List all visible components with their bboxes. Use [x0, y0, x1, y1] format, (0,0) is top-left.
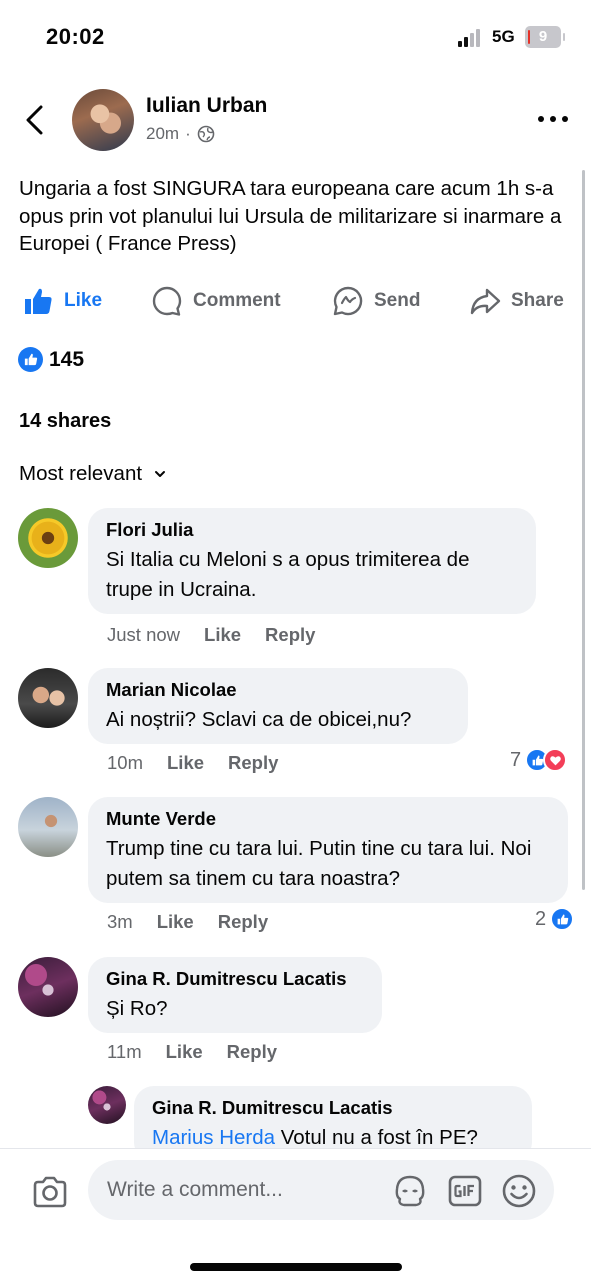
- post-actions: Like Comment Send Share: [0, 280, 591, 322]
- comment-bubble[interactable]: Marian Nicolae Ai noștrii? Sclavi ca de …: [88, 668, 468, 744]
- gif-icon: [448, 1175, 482, 1207]
- back-button[interactable]: [22, 104, 50, 136]
- avatar-sticker-icon: [395, 1175, 425, 1207]
- comment-label: Comment: [193, 290, 281, 311]
- status-bar: 20:02 5G 9: [0, 0, 591, 70]
- comment-sort-dropdown[interactable]: Most relevant: [19, 462, 166, 486]
- comment-reply-button[interactable]: Reply: [265, 624, 315, 646]
- thumbs-up-icon: [25, 288, 52, 314]
- meta-separator: ·: [185, 124, 191, 143]
- camera-button[interactable]: [32, 1176, 68, 1208]
- scrollbar[interactable]: [582, 170, 585, 890]
- commenter-avatar[interactable]: [18, 957, 78, 1017]
- comment-meta: Just now Like Reply: [107, 624, 315, 646]
- comment-reply-button[interactable]: Reply: [218, 911, 268, 933]
- commenter-name[interactable]: Marian Nicolae: [106, 679, 452, 701]
- comment-bubble[interactable]: Flori Julia Si Italia cu Meloni s a opus…: [88, 508, 536, 614]
- messenger-icon: [333, 286, 363, 316]
- comment-text: Trump tine cu tara lui. Putin tine cu ta…: [106, 837, 532, 890]
- replier-name[interactable]: Gina R. Dumitrescu Lacatis: [152, 1097, 516, 1119]
- home-indicator: [190, 1263, 402, 1271]
- like-button[interactable]: Like: [22, 280, 102, 322]
- comment-text: Ai noștrii? Sclavi ca de obicei,nu?: [106, 708, 412, 731]
- commenter-name[interactable]: Munte Verde: [106, 808, 552, 830]
- comment-reaction-count: 2: [535, 907, 547, 930]
- commenter-avatar[interactable]: [18, 797, 78, 857]
- network-label: 5G: [492, 27, 515, 46]
- like-label: Like: [64, 290, 103, 311]
- post-header: Iulian Urban 20m ·: [0, 86, 591, 156]
- sort-label: Most relevant: [19, 462, 143, 485]
- comment-reply-button[interactable]: Reply: [227, 1041, 277, 1063]
- comment-bubble[interactable]: Munte Verde Trump tine cu tara lui. Puti…: [88, 797, 568, 903]
- commenter-avatar[interactable]: [18, 508, 78, 568]
- signal-icon: [458, 29, 484, 47]
- like-reaction-icon: [18, 347, 43, 372]
- reactions-summary[interactable]: 145: [18, 347, 84, 372]
- comment-bubble[interactable]: Gina R. Dumitrescu Lacatis Și Ro?: [88, 957, 382, 1033]
- comment-like-button[interactable]: Like: [166, 1041, 203, 1063]
- avatar-sticker-button[interactable]: [392, 1173, 428, 1209]
- commenter-name[interactable]: Gina R. Dumitrescu Lacatis: [106, 968, 366, 990]
- reply-mention[interactable]: Marius Herda: [152, 1126, 275, 1149]
- commenter-name[interactable]: Flori Julia: [106, 519, 520, 541]
- comment-reactions[interactable]: 2: [535, 907, 575, 931]
- comment-time: Just now: [107, 624, 181, 645]
- comment-reaction-count: 7: [510, 748, 522, 771]
- chevron-down-icon: [155, 471, 166, 477]
- shares-count[interactable]: 14 shares: [19, 410, 111, 433]
- share-button[interactable]: Share: [469, 280, 564, 322]
- commenter-avatar[interactable]: [18, 668, 78, 728]
- comment-meta: 3m Like Reply: [107, 911, 268, 933]
- reaction-count: 145: [49, 347, 85, 371]
- share-label: Share: [511, 290, 564, 311]
- post-meta: 20m ·: [146, 124, 215, 144]
- chevron-left-icon: [26, 105, 43, 135]
- comment-like-button[interactable]: Like: [157, 911, 194, 933]
- comment-text: Si Italia cu Meloni s a opus trimiterea …: [106, 548, 470, 601]
- comment-bubble-icon: [152, 286, 182, 316]
- author-name[interactable]: Iulian Urban: [146, 94, 267, 118]
- comment-button[interactable]: Comment: [151, 280, 281, 322]
- status-time: 20:02: [46, 24, 105, 49]
- battery-level: 9: [538, 28, 548, 45]
- like-reaction-icon: [550, 907, 575, 931]
- camera-icon: [33, 1176, 67, 1208]
- comment-reactions[interactable]: 7: [510, 748, 568, 772]
- comment-like-button[interactable]: Like: [167, 752, 204, 774]
- comment-text: Și Ro?: [106, 997, 168, 1020]
- battery-icon: 9: [525, 26, 565, 48]
- comment-input[interactable]: [88, 1160, 554, 1220]
- comment-time: 3m: [107, 911, 133, 932]
- comment-meta: 11m Like Reply: [107, 1041, 277, 1063]
- post-text: Ungaria a fost SINGURA tara europeana ca…: [19, 177, 562, 255]
- reply-body: Votul nu a fost în PE?: [275, 1126, 478, 1149]
- comment-reply-button[interactable]: Reply: [228, 752, 278, 774]
- share-arrow-icon: [470, 288, 501, 315]
- comment-meta: 10m Like Reply: [107, 752, 278, 774]
- more-options-button[interactable]: [538, 116, 570, 126]
- globe-icon: [197, 125, 215, 143]
- replier-avatar[interactable]: [88, 1086, 126, 1124]
- comment-composer: [0, 1148, 591, 1280]
- comment-time: 11m: [107, 1041, 142, 1062]
- send-button[interactable]: Send: [332, 280, 420, 322]
- comment-time: 10m: [107, 752, 143, 773]
- emoji-smile-icon: [502, 1174, 536, 1208]
- post-time[interactable]: 20m: [146, 124, 179, 144]
- send-label: Send: [374, 290, 421, 311]
- author-avatar[interactable]: [72, 89, 134, 151]
- gif-button[interactable]: [447, 1173, 483, 1209]
- love-reaction-icon: [543, 748, 568, 772]
- comment-like-button[interactable]: Like: [204, 624, 241, 646]
- emoji-button[interactable]: [501, 1173, 537, 1209]
